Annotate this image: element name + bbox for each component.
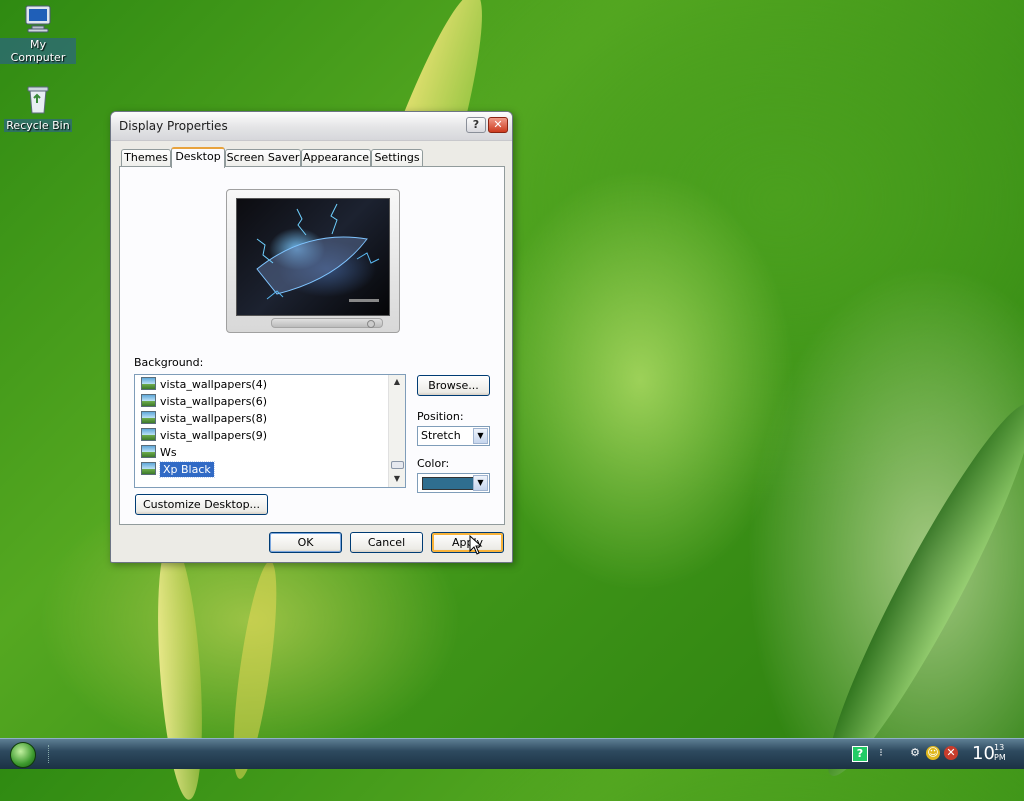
security-alert-icon[interactable]: ✕ [944,746,958,760]
wallpaper-grass-blade [804,390,1024,790]
display-properties-dialog: Display Properties ? ✕ Themes Desktop Sc… [110,111,513,563]
tab-desktop[interactable]: Desktop [171,147,225,168]
color-swatch [422,477,476,490]
desktop-tab-panel: Background: vista_wallpapers(4) vista_wa… [119,166,505,525]
tab-appearance[interactable]: Appearance [301,149,371,167]
help-button[interactable]: ? [466,117,486,133]
list-item[interactable]: vista_wallpapers(8) [141,411,267,426]
background-label: Background: [134,356,204,369]
ok-button[interactable]: OK [269,532,342,553]
cancel-button[interactable]: Cancel [350,532,423,553]
list-scrollbar[interactable]: ▲ ▼ [388,375,405,487]
customize-desktop-button[interactable]: Customize Desktop... [135,494,268,515]
scroll-up-arrow-icon[interactable]: ▲ [389,375,405,389]
picture-icon [141,462,156,475]
list-item[interactable]: vista_wallpapers(9) [141,428,267,443]
close-button[interactable]: ✕ [488,117,508,133]
picture-icon [141,377,156,390]
computer-icon [22,3,54,35]
chevron-down-icon: ▼ [473,475,488,491]
title-bar[interactable]: Display Properties ? ✕ [111,112,512,141]
picture-icon [141,445,156,458]
list-item[interactable]: Ws [141,445,177,460]
wallpaper-preview [236,198,390,316]
monitor-power-light [367,320,375,328]
picture-icon [141,411,156,424]
tab-settings[interactable]: Settings [371,149,423,167]
chevron-down-icon: ▼ [473,428,488,444]
desktop-icon-label: Recycle Bin [4,119,72,132]
scroll-thumb[interactable] [391,461,404,469]
tab-themes[interactable]: Themes [121,149,171,167]
list-item-selected[interactable]: Xp Black [141,461,215,478]
position-value: Stretch [421,429,461,442]
start-orb-icon[interactable] [10,742,36,768]
taskbar: ? ⁝ ⚙ ☺ ✕ 10 13 PM [0,738,1024,769]
desktop-icon-my-computer[interactable]: My Computer [0,3,76,64]
desktop-icon-recycle-bin[interactable]: Recycle Bin [0,84,76,132]
mouse-cursor-icon [469,535,483,555]
system-tray: ? ⁝ ⚙ ☺ ✕ 10 13 PM [838,741,1024,767]
recycle-bin-icon [22,84,54,116]
network-icon[interactable]: ⚙ [908,746,922,760]
color-label: Color: [417,457,450,470]
clock-hour[interactable]: 10 [972,743,995,765]
picture-icon [141,394,156,407]
position-select[interactable]: Stretch ▼ [417,426,490,446]
apply-button[interactable]: Apply [431,532,504,553]
dialog-title: Display Properties [119,119,228,133]
clock-minutes[interactable]: 13 PM [994,743,1006,763]
browse-button[interactable]: Browse... [417,375,490,396]
desktop-icon-label: My Computer [0,38,76,64]
list-item[interactable]: vista_wallpapers(4) [141,377,267,392]
position-label: Position: [417,410,464,423]
tray-grip-icon[interactable]: ⁝ [874,746,888,760]
list-item[interactable]: vista_wallpapers(6) [141,394,267,409]
help-tray-icon[interactable]: ? [852,746,868,762]
messenger-icon[interactable]: ☺ [926,746,940,760]
background-list[interactable]: vista_wallpapers(4) vista_wallpapers(6) … [134,374,406,488]
preview-monitor [226,189,400,333]
scroll-down-arrow-icon[interactable]: ▼ [389,472,405,486]
color-picker[interactable]: ▼ [417,473,490,493]
tab-screen-saver[interactable]: Screen Saver [225,149,301,167]
picture-icon [141,428,156,441]
taskbar-grip[interactable] [48,745,52,763]
